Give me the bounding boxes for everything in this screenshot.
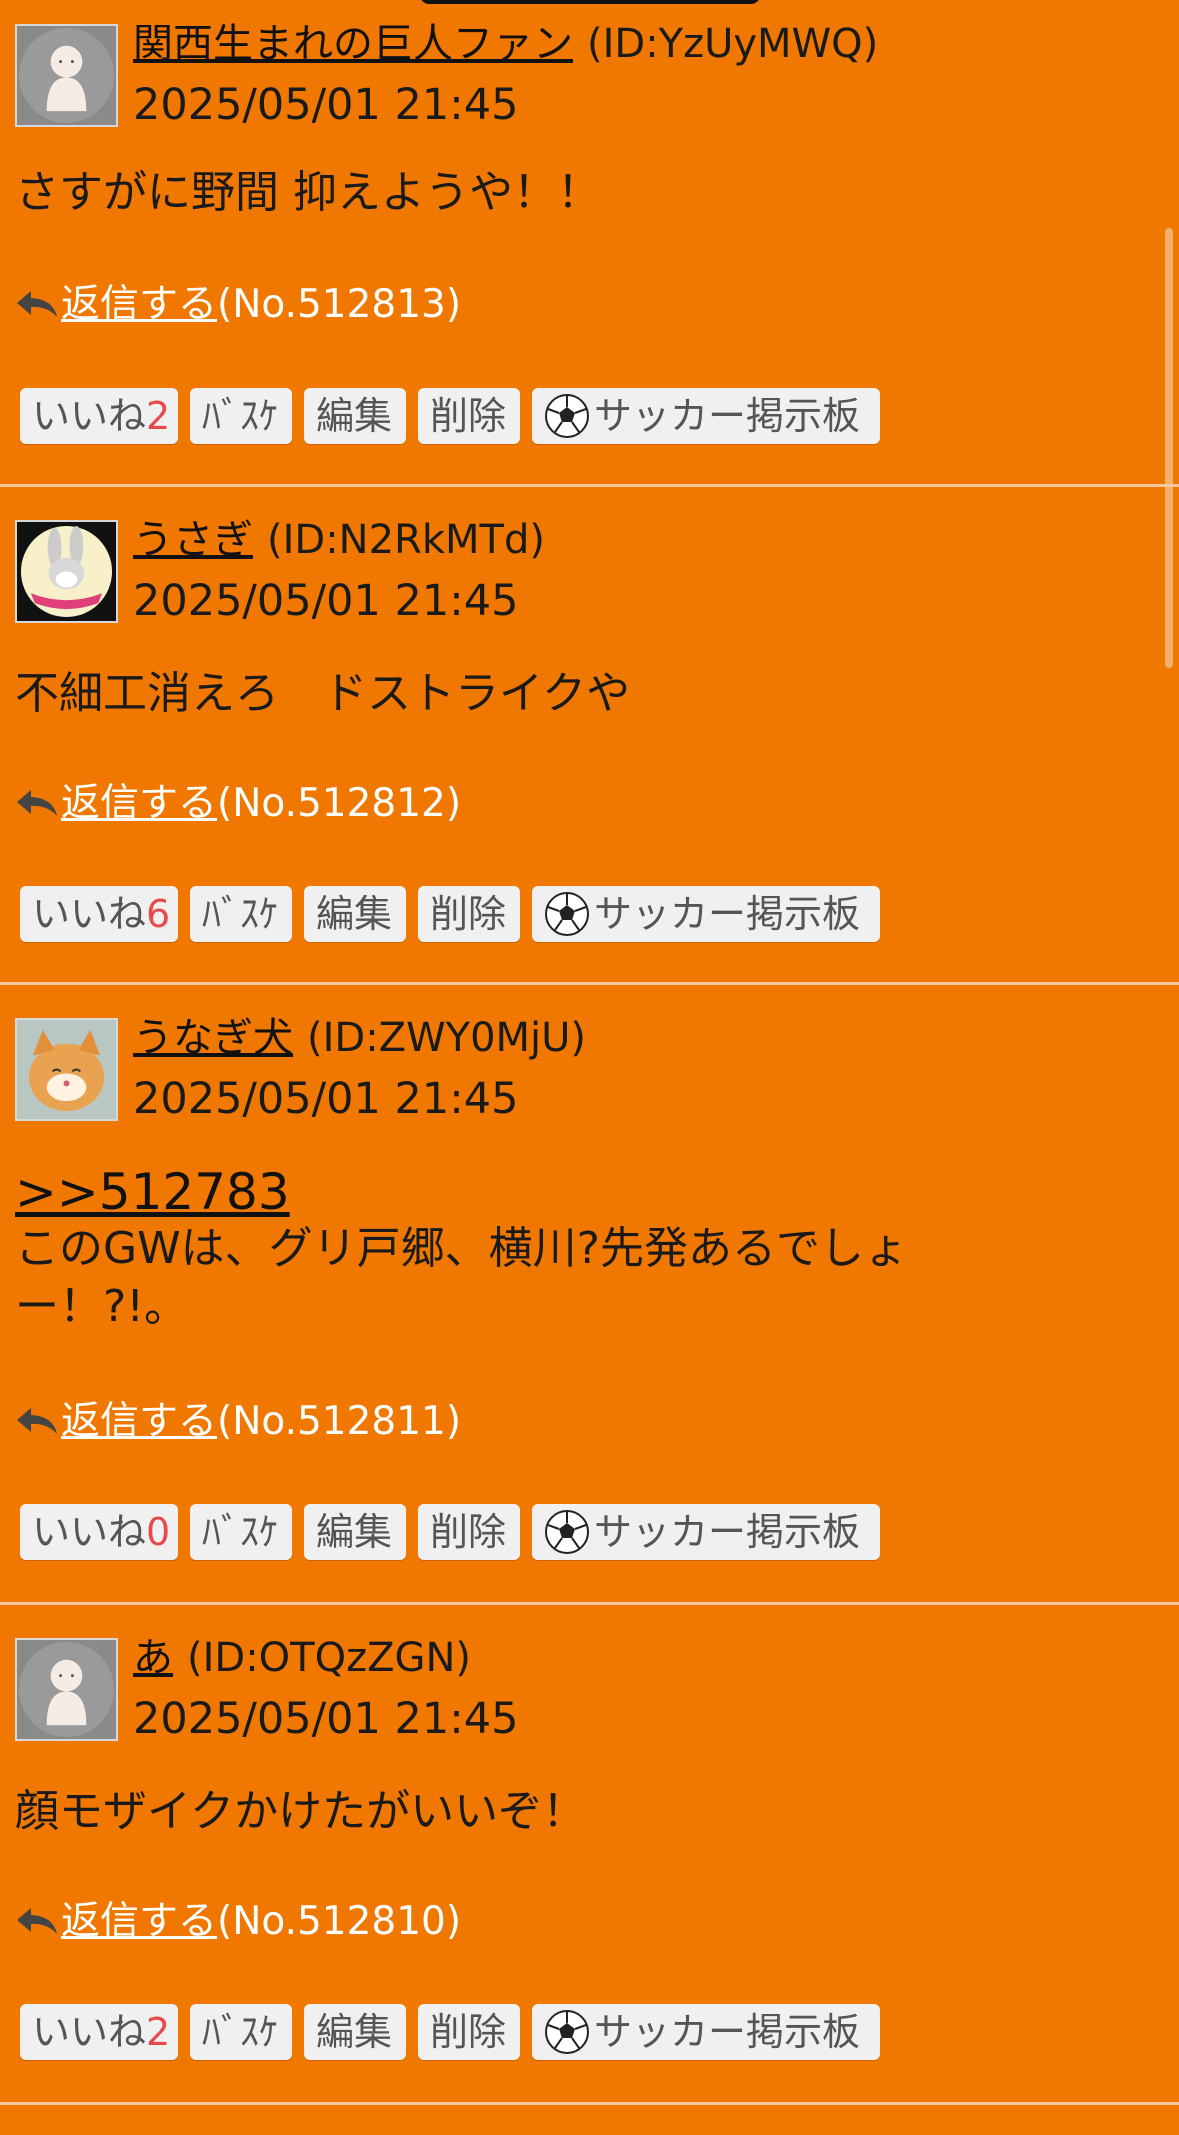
post-date: 2025/05/01 21:45 [133, 80, 519, 130]
reply-link[interactable]: 返信する [61, 780, 217, 828]
username-link[interactable]: あ [133, 1635, 173, 1681]
soccer-ball-icon [545, 394, 589, 438]
body-line: さすがに野間 抑えようや！！ [15, 167, 601, 218]
post-number: (No.512811) [217, 1399, 462, 1444]
username-link[interactable]: 関西生まれの巨人ファン [133, 21, 573, 67]
cat-icon [17, 1020, 116, 1119]
post-number: (No.512812) [217, 781, 462, 826]
action-buttons: いいね 6 ﾊﾞｽｹ 編集 削除 サッカー掲示板 [20, 886, 880, 942]
post-date: 2025/05/01 21:45 [133, 576, 519, 626]
soccer-board-label: サッカー掲示板 [594, 1510, 861, 1554]
avatar[interactable] [15, 520, 118, 623]
basketball-board-button[interactable]: ﾊﾞｽｹ [190, 388, 292, 444]
reply-link[interactable]: 返信する [61, 281, 217, 329]
post-number: (No.512810) [217, 1899, 462, 1944]
reply-row: 返信する (No.512810) [15, 1898, 461, 1946]
like-label: いいね [32, 2010, 147, 2054]
edit-button[interactable]: 編集 [304, 388, 406, 444]
author-line: あ (ID:OTQzZGN) [133, 1634, 471, 1682]
like-count: 6 [146, 892, 171, 936]
like-button[interactable]: いいね 0 [20, 1504, 178, 1560]
like-label: いいね [32, 394, 147, 438]
post-body: 不細工消えろ ドストライクや [15, 665, 630, 723]
like-count: 2 [146, 394, 171, 438]
reply-arrow-icon [17, 1908, 57, 1934]
avatar[interactable] [15, 24, 118, 127]
body-line: 不細工消えろ ドストライクや [15, 668, 631, 719]
soccer-board-button[interactable]: サッカー掲示板 [532, 388, 880, 444]
user-id: (ID:YzUyMWQ) [587, 21, 879, 67]
basketball-board-button[interactable]: ﾊﾞｽｹ [190, 2004, 292, 2060]
reply-arrow-icon [17, 1408, 57, 1434]
action-buttons: いいね 2 ﾊﾞｽｹ 編集 削除 サッカー掲示板 [20, 388, 880, 444]
reply-link[interactable]: 返信する [61, 1898, 217, 1946]
reply-row: 返信する (No.512813) [15, 281, 461, 329]
rabbit-icon [17, 522, 116, 621]
reply-arrow-icon [17, 291, 57, 317]
edit-button[interactable]: 編集 [304, 886, 406, 942]
post: うさぎ (ID:N2RkMTd) 2025/05/01 21:45 不細工消えろ … [0, 484, 1179, 985]
post-number: (No.512813) [217, 282, 462, 327]
delete-button[interactable]: 削除 [418, 1504, 520, 1560]
like-button[interactable]: いいね 6 [20, 886, 178, 942]
user-id: (ID:ZWY0MjU) [307, 1015, 587, 1061]
username-link[interactable]: うさぎ [133, 517, 253, 563]
soccer-ball-icon [545, 2010, 589, 2054]
post: 関西生まれの巨人ファン (ID:YzUyMWQ) 2025/05/01 21:45… [0, 0, 1179, 487]
delete-button[interactable]: 削除 [418, 2004, 520, 2060]
reply-link[interactable]: 返信する [61, 1398, 217, 1446]
post-date: 2025/05/01 21:45 [133, 1074, 519, 1124]
reply-row: 返信する (No.512812) [15, 780, 461, 828]
action-buttons: いいね 2 ﾊﾞｽｹ 編集 削除 サッカー掲示板 [20, 2004, 880, 2060]
post-body: さすがに野間 抑えようや！！ [15, 164, 601, 222]
user-id: (ID:N2RkMTd) [267, 517, 545, 563]
avatar[interactable] [15, 1638, 118, 1741]
reply-row: 返信する (No.512811) [15, 1398, 461, 1446]
like-label: いいね [32, 892, 147, 936]
like-count: 0 [146, 1510, 171, 1554]
author-line: 関西生まれの巨人ファン (ID:YzUyMWQ) [133, 20, 878, 68]
action-buttons: いいね 0 ﾊﾞｽｹ 編集 削除 サッカー掲示板 [20, 1504, 880, 1560]
avatar[interactable] [15, 1018, 118, 1121]
post-date: 2025/05/01 21:45 [133, 1694, 519, 1744]
reply-arrow-icon [17, 790, 57, 816]
post-body: 顔モザイクかけたがいいぞ！ [15, 1783, 586, 1841]
soccer-board-label: サッカー掲示板 [594, 892, 861, 936]
soccer-board-label: サッカー掲示板 [594, 394, 861, 438]
post: あ (ID:OTQzZGN) 2025/05/01 21:45 顔モザイクかけたが… [0, 1602, 1179, 2105]
edit-button[interactable]: 編集 [304, 2004, 406, 2060]
delete-button[interactable]: 削除 [418, 388, 520, 444]
soccer-board-button[interactable]: サッカー掲示板 [532, 886, 880, 942]
user-id: (ID:OTQzZGN) [187, 1635, 472, 1681]
soccer-ball-icon [545, 1510, 589, 1554]
username-link[interactable]: うなぎ犬 [133, 1015, 293, 1061]
post-body: >>512783 このGWは、グリ戸郷、横川?先発あるでしょ ー！?!。 [15, 1164, 908, 1336]
body-line: ー！?!。 [15, 1281, 188, 1332]
like-count: 2 [146, 2010, 171, 2054]
reply-anchor-link[interactable]: >>512783 [15, 1164, 908, 1220]
soccer-board-button[interactable]: サッカー掲示板 [532, 2004, 880, 2060]
soccer-board-button[interactable]: サッカー掲示板 [532, 1504, 880, 1560]
post: うなぎ犬 (ID:ZWY0MjU) 2025/05/01 21:45 >>5127… [0, 982, 1179, 1605]
basketball-board-button[interactable]: ﾊﾞｽｹ [190, 1504, 292, 1560]
like-button[interactable]: いいね 2 [20, 388, 178, 444]
body-line: 顔モザイクかけたがいいぞ！ [15, 1786, 587, 1837]
body-line: このGWは、グリ戸郷、横川?先発あるでしょ [15, 1223, 908, 1274]
edit-button[interactable]: 編集 [304, 1504, 406, 1560]
soccer-ball-icon [545, 892, 589, 936]
person-icon [17, 1640, 116, 1739]
like-button[interactable]: いいね 2 [20, 2004, 178, 2060]
like-label: いいね [32, 1510, 147, 1554]
soccer-board-label: サッカー掲示板 [594, 2010, 861, 2054]
delete-button[interactable]: 削除 [418, 886, 520, 942]
author-line: うなぎ犬 (ID:ZWY0MjU) [133, 1014, 586, 1062]
person-icon [17, 26, 116, 125]
author-line: うさぎ (ID:N2RkMTd) [133, 516, 545, 564]
basketball-board-button[interactable]: ﾊﾞｽｹ [190, 886, 292, 942]
